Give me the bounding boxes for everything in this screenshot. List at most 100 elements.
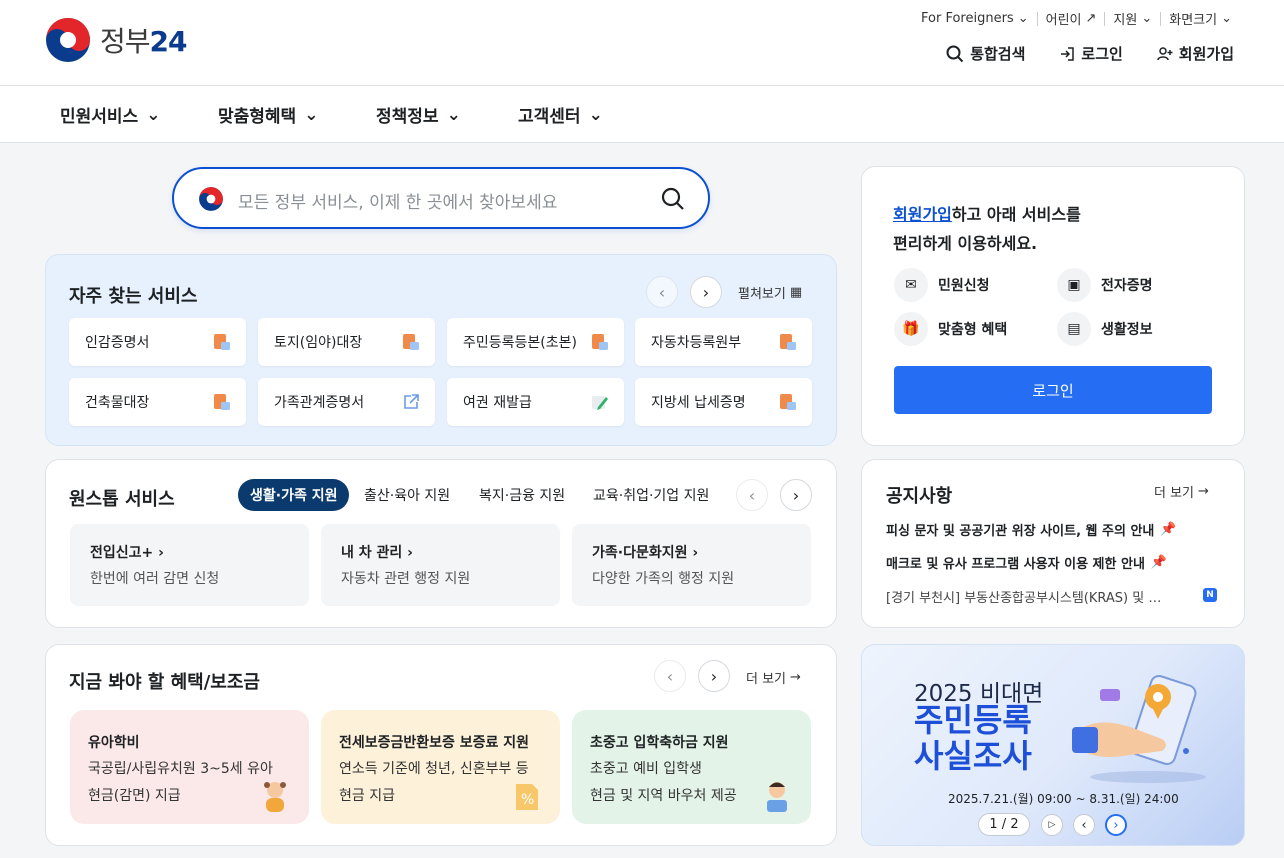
arrow-right-icon: → xyxy=(1198,484,1209,499)
external-link-icon: ↗ xyxy=(1085,11,1097,26)
chevron-down-icon: ⌄ xyxy=(1141,11,1153,26)
one-stop-item[interactable]: 내 차 관리 › 자동차 관련 행정 지원 xyxy=(321,524,560,606)
document-print-icon xyxy=(780,394,796,410)
nav-custom-benefits[interactable]: 맞춤형혜택 ⌄ xyxy=(218,102,318,128)
login-link[interactable]: 로그인 xyxy=(1059,43,1123,64)
frequent-item[interactable]: 자동차등록원부 xyxy=(635,318,812,366)
service-custom-benefit[interactable]: 🎁 맞춤형 혜택 xyxy=(894,312,1007,346)
benefit-item[interactable]: 초중고 입학축하금 지원 초중고 예비 입학생 현금 및 지역 바우처 제공 xyxy=(572,710,811,824)
tab-life-family[interactable]: 생활·가족 지원 xyxy=(238,479,350,511)
prev-button[interactable]: ‹ xyxy=(646,276,678,308)
nav-civil-service[interactable]: 민원서비스 ⌄ xyxy=(60,102,161,128)
signup-link[interactable]: 회원가입 xyxy=(1157,43,1234,64)
chevron-left-icon: ‹ xyxy=(1081,817,1087,833)
frequent-item[interactable]: 여권 재발급 xyxy=(447,378,624,426)
logo-wordmark: 정부24 xyxy=(100,25,187,58)
banner-next-button[interactable]: › xyxy=(1105,814,1127,836)
pencil-icon xyxy=(592,396,608,410)
tab-birth-childcare[interactable]: 출산·육아 지원 xyxy=(364,479,450,511)
user-plus-icon xyxy=(1157,46,1173,60)
one-stop-item[interactable]: 가족·다문화지원 › 다양한 가족의 행정 지원 xyxy=(572,524,811,606)
nav-policy-info[interactable]: 정책정보 ⌄ xyxy=(376,102,461,128)
chevron-right-icon: › xyxy=(710,666,718,686)
section-title: 지금 봐야 할 혜택/보조금 xyxy=(69,672,260,693)
chevron-right-icon: › xyxy=(407,545,413,561)
login-promo-text: 회원가입하고 아래 서비스를 편리하게 이용하세요. xyxy=(893,205,1081,253)
service-civil-apply[interactable]: ✉ 민원신청 xyxy=(894,268,990,302)
chevron-down-icon: ⌄ xyxy=(1221,11,1232,26)
chevron-right-icon: › xyxy=(692,545,699,561)
service-life-info[interactable]: ▤ 생활정보 xyxy=(1057,312,1153,346)
utility-menu: For Foreigners ⌄ 어린이 ↗ 지원 ⌄ 화면크기 ⌄ xyxy=(913,9,1240,28)
main-search-box[interactable]: 모든 정부 서비스, 이제 한 곳에서 찾아보세요 xyxy=(172,167,710,229)
benefit-item[interactable]: 유아학비 국공립/사립유치원 3~5세 유아 현금(감면) 지급 xyxy=(70,710,309,824)
more-link[interactable]: 더 보기 → xyxy=(1154,482,1209,501)
notice-item[interactable]: [경기 부천시] 부동산종합공부시스템(KRAS) 및 … xyxy=(886,587,1161,606)
search-input[interactable]: 모든 정부 서비스, 이제 한 곳에서 찾아보세요 xyxy=(238,188,557,213)
service-e-certificate[interactable]: ▣ 전자증명 xyxy=(1057,268,1153,302)
bookmark-icon: ▤ xyxy=(1057,312,1091,346)
integrated-search-button[interactable]: 통합검색 xyxy=(946,43,1025,64)
notice-item[interactable]: 피싱 문자 및 공공기관 위장 사이트, 웹 주의 안내 📌 xyxy=(886,520,1177,539)
frequent-item[interactable]: 주민등록등본(초본) xyxy=(447,318,624,366)
chevron-right-icon: › xyxy=(702,282,710,302)
expand-button[interactable]: 펼쳐보기 ▦ xyxy=(738,283,802,302)
student-illustration-icon xyxy=(767,782,787,812)
section-title: 원스톱 서비스 xyxy=(69,489,175,510)
tab-welfare-finance[interactable]: 복지·금융 지원 xyxy=(479,479,565,511)
frequent-item[interactable]: 토지(임야)대장 xyxy=(258,318,435,366)
for-foreigners-link[interactable]: For Foreigners ⌄ xyxy=(913,11,1037,26)
arrow-right-icon: → xyxy=(790,670,801,685)
gift-icon: 🎁 xyxy=(894,312,928,346)
frequent-item[interactable]: 가족관계증명서 xyxy=(258,378,435,426)
document-print-icon xyxy=(592,334,608,350)
one-stop-item[interactable]: 전입신고+ › 한번에 여러 감면 신청 xyxy=(70,524,309,606)
font-size-menu[interactable]: 화면크기 ⌄ xyxy=(1161,9,1240,28)
frequent-item[interactable]: 인감증명서 xyxy=(69,318,246,366)
next-button[interactable]: › xyxy=(780,479,812,511)
site-logo[interactable]: 정부24 xyxy=(44,16,187,64)
chevron-left-icon: ‹ xyxy=(666,666,674,686)
chevron-right-icon: › xyxy=(1113,817,1119,833)
chevron-right-icon: › xyxy=(792,485,800,505)
pin-icon: 📌 xyxy=(1150,555,1168,570)
banner-pager: 1 / 2 xyxy=(978,813,1030,836)
login-button[interactable]: 로그인 xyxy=(894,366,1212,414)
banner-title-line2: 주민등록 xyxy=(914,701,1032,739)
prev-button[interactable]: ‹ xyxy=(736,479,768,511)
frequent-item[interactable]: 건축물대장 xyxy=(69,378,246,426)
support-menu[interactable]: 지원 ⌄ xyxy=(1105,9,1160,28)
notice-item[interactable]: 매크로 및 유사 프로그램 사용자 이용 제한 안내 📌 xyxy=(886,553,1167,572)
next-button[interactable]: › xyxy=(698,660,730,692)
kids-link[interactable]: 어린이 ↗ xyxy=(1038,9,1105,28)
section-title: 공지사항 xyxy=(886,486,953,507)
banner-title-line3: 사실조사 xyxy=(914,737,1032,775)
chevron-left-icon: ‹ xyxy=(748,485,756,505)
document-print-icon xyxy=(214,334,230,350)
main-navigation: 민원서비스 ⌄ 맞춤형혜택 ⌄ 정책정보 ⌄ 고객센터 ⌄ xyxy=(0,86,1284,143)
play-button[interactable]: ▷ xyxy=(1041,814,1063,836)
login-icon xyxy=(1061,46,1075,61)
next-button[interactable]: › xyxy=(690,276,722,308)
nav-customer-center[interactable]: 고객센터 ⌄ xyxy=(518,102,603,128)
phone-location-illustration-icon xyxy=(1072,674,1206,783)
chevron-down-icon: ⌄ xyxy=(146,104,161,125)
header-actions: 통합검색 로그인 회원가입 xyxy=(946,43,1234,64)
play-icon: ▷ xyxy=(1048,820,1056,830)
tab-education-jobs[interactable]: 교육·취업·기업 지원 xyxy=(593,479,709,511)
site-header: 정부24 For Foreigners ⌄ 어린이 ↗ 지원 ⌄ 화면크기 ⌄ 통합검색… xyxy=(0,0,1284,86)
banner-prev-button[interactable]: ‹ xyxy=(1073,814,1095,836)
frequent-item[interactable]: 지방세 납세증명 xyxy=(635,378,812,426)
grid-icon: ▦ xyxy=(789,285,803,300)
prev-button[interactable]: ‹ xyxy=(654,660,686,692)
section-title: 자주 찾는 서비스 xyxy=(69,286,198,307)
document-print-icon xyxy=(403,334,419,350)
child-illustration-icon xyxy=(264,782,286,812)
signup-link[interactable]: 회원가입 xyxy=(893,205,952,224)
id-badge-icon: ▣ xyxy=(1057,268,1091,302)
search-icon[interactable] xyxy=(660,186,686,212)
more-link[interactable]: 더 보기 → xyxy=(746,668,801,687)
benefit-item[interactable]: 전세보증금반환보증 보증료 지원 연소득 기준에 청년, 신혼부부 등 현금 지… xyxy=(321,710,560,824)
taegeuk-logo-icon xyxy=(199,187,223,211)
search-icon xyxy=(946,45,964,62)
